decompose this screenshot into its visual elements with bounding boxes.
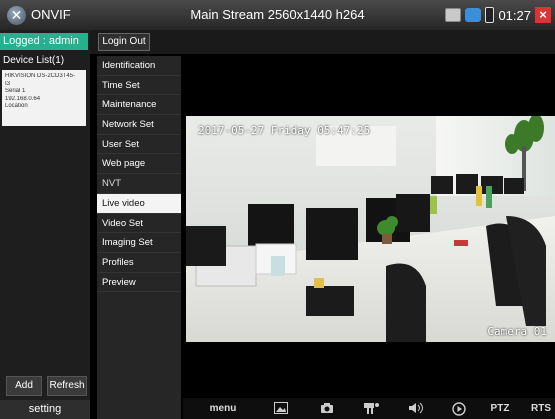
device-model-cont: I3 (5, 80, 11, 87)
play-icon[interactable] (449, 401, 469, 416)
logged-status: Logged : admin (0, 33, 88, 50)
menu-item-imaging-set[interactable]: Imaging Set (97, 233, 181, 253)
video-timestamp: 2017-05-27 Friday 05:47:25 (198, 124, 371, 137)
menu-item-live-video[interactable]: Live video (97, 193, 181, 214)
picture-icon[interactable] (271, 401, 291, 416)
device-list-label: Device List(1) (3, 55, 65, 66)
close-icon[interactable]: × (535, 7, 551, 23)
device-serial: Serial 1 (5, 88, 26, 94)
refresh-button[interactable]: Refresh (47, 376, 87, 396)
camera-icon[interactable] (317, 401, 337, 416)
menu-item-user-set[interactable]: User Set (97, 135, 181, 155)
menu-item-identification[interactable]: Identification (97, 56, 181, 76)
menu-item-web-page[interactable]: Web page (97, 154, 181, 175)
audio-icon[interactable] (405, 401, 427, 416)
battery-icon (485, 7, 495, 23)
settings-menu: Identification Time Set Maintenance Netw… (97, 56, 181, 419)
login-out-button[interactable]: Login Out (98, 33, 150, 51)
menu-item-preview[interactable]: Preview (97, 273, 181, 293)
add-button[interactable]: Add (6, 376, 42, 396)
calculator-icon[interactable] (445, 8, 462, 22)
network-icon (465, 8, 482, 22)
setting-button[interactable]: setting (0, 400, 90, 419)
menu-item-time-set[interactable]: Time Set (97, 76, 181, 96)
clock: 01:27 (498, 7, 531, 23)
top-bar: Login Out (90, 30, 555, 54)
menu-item-profiles[interactable]: Profiles (97, 253, 181, 273)
menu-section-nvt: NVT (97, 174, 181, 194)
device-card[interactable]: HIKVISION DS-2CD3T45- I3 Serial 1 192.16… (2, 70, 86, 126)
title-bar: ✕ ONVIF Main Stream 2560x1440 h264 01:27… (0, 0, 555, 30)
menu-item-maintenance[interactable]: Maintenance (97, 95, 181, 116)
ptz-button[interactable]: PTZ (487, 401, 513, 416)
menu-item-network-set[interactable]: Network Set (97, 115, 181, 135)
status-area: 01:27 × (445, 6, 551, 24)
device-location: Location (5, 103, 28, 109)
bottom-toolbar: menu PTZ RTS (183, 398, 555, 419)
device-model: HIKVISION DS-2CD3T45- (5, 73, 76, 79)
menu-button[interactable]: menu (207, 401, 239, 416)
device-ip: 192.168.0.64 (5, 95, 41, 102)
menu-item-video-set[interactable]: Video Set (97, 214, 181, 234)
left-panel: Logged : admin Device List(1) HIKVISION … (0, 30, 90, 419)
rtsp-button[interactable]: RTS (531, 401, 555, 416)
office-scene-image (186, 116, 555, 342)
live-video-feed[interactable] (186, 116, 555, 342)
record-icon[interactable] (361, 401, 383, 416)
camera-label: Camera 01 (487, 325, 547, 338)
